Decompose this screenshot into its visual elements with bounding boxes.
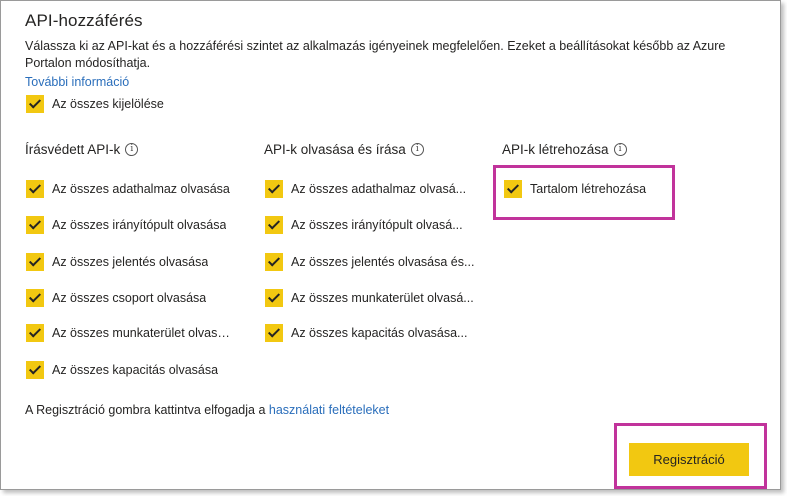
checkbox-rw-all-workspaces[interactable]: Az összes munkaterület olvasá... [265,289,475,307]
checkbox-read-all-reports[interactable]: Az összes jelentés olvasása [26,253,236,271]
checkbox-label: Az összes irányítópult olvasása [52,218,227,232]
checkbox-checked-icon [26,324,44,342]
terms-text: A Regisztráció gombra kattintva elfogadj… [25,403,389,417]
checkbox-rw-all-capacities[interactable]: Az összes kapacitás olvasása... [265,324,475,342]
checkbox-checked-icon [265,253,283,271]
checkbox-read-all-workspaces[interactable]: Az összes munkaterület olvasása [26,324,236,342]
checkbox-label: Az összes munkaterület olvasása [52,326,236,340]
checkbox-label: Az összes jelentés olvasása és... [291,255,475,269]
select-all-label: Az összes kijelölése [52,97,164,111]
checkbox-checked-icon [26,216,44,234]
checkbox-label: Az összes adathalmaz olvasása [52,182,230,196]
column-title-read-write: API-k olvasása és írása i [264,142,424,157]
info-icon[interactable]: i [613,143,627,156]
register-button[interactable]: Regisztráció [629,443,749,476]
checkbox-read-all-dashboards[interactable]: Az összes irányítópult olvasása [26,216,236,234]
checkbox-label: Az összes jelentés olvasása [52,255,209,269]
checkbox-label: Az összes kapacitás olvasása [52,363,219,377]
checkbox-label: Az összes munkaterület olvasá... [291,291,474,305]
info-icon[interactable]: i [410,143,424,156]
column-title-text: Írásvédett API-k [25,142,121,157]
checkbox-checked-icon [504,180,522,198]
checkbox-checked-icon [26,95,44,113]
column-title-text: API-k létrehozása [502,142,609,157]
column-title-create: API-k létrehozása i [502,142,627,157]
page-description: Válassza ki az API-kat és a hozzáférési … [25,39,726,70]
checkbox-read-all-capacities[interactable]: Az összes kapacitás olvasása [26,361,236,379]
column-title-text: API-k olvasása és írása [264,142,406,157]
checkbox-label: Az összes csoport olvasása [52,291,207,305]
page-title: API-hozzáférés [25,11,143,30]
checkbox-create-content[interactable]: Tartalom létrehozása [504,180,646,198]
checkbox-checked-icon [265,324,283,342]
checkbox-label: Az összes kapacitás olvasása... [291,326,468,340]
checkbox-label: Tartalom létrehozása [530,182,647,196]
checkbox-checked-icon [26,289,44,307]
checkbox-label: Az összes irányítópult olvasá... [291,218,463,232]
checkbox-checked-icon [265,289,283,307]
checkbox-checked-icon [265,180,283,198]
checkbox-checked-icon [265,216,283,234]
checkbox-checked-icon [26,180,44,198]
select-all-checkbox[interactable]: Az összes kijelölése [26,95,164,113]
checkbox-checked-icon [26,361,44,379]
terms-prefix: A Regisztráció gombra kattintva elfogadj… [25,403,269,417]
column-title-readonly: Írásvédett API-k i [25,142,139,157]
checkbox-read-all-datasets[interactable]: Az összes adathalmaz olvasása [26,180,236,198]
checkbox-rw-all-dashboards[interactable]: Az összes irányítópult olvasá... [265,216,475,234]
checkbox-label: Az összes adathalmaz olvasá... [291,182,467,196]
more-info-link[interactable]: További információ [25,75,129,89]
info-icon[interactable]: i [125,143,139,156]
checkbox-rw-all-datasets[interactable]: Az összes adathalmaz olvasá... [265,180,475,198]
checkbox-rw-all-reports[interactable]: Az összes jelentés olvasása és... [265,253,475,271]
checkbox-checked-icon [26,253,44,271]
checkbox-read-all-groups[interactable]: Az összes csoport olvasása [26,289,236,307]
terms-link[interactable]: használati feltételeket [269,403,389,417]
